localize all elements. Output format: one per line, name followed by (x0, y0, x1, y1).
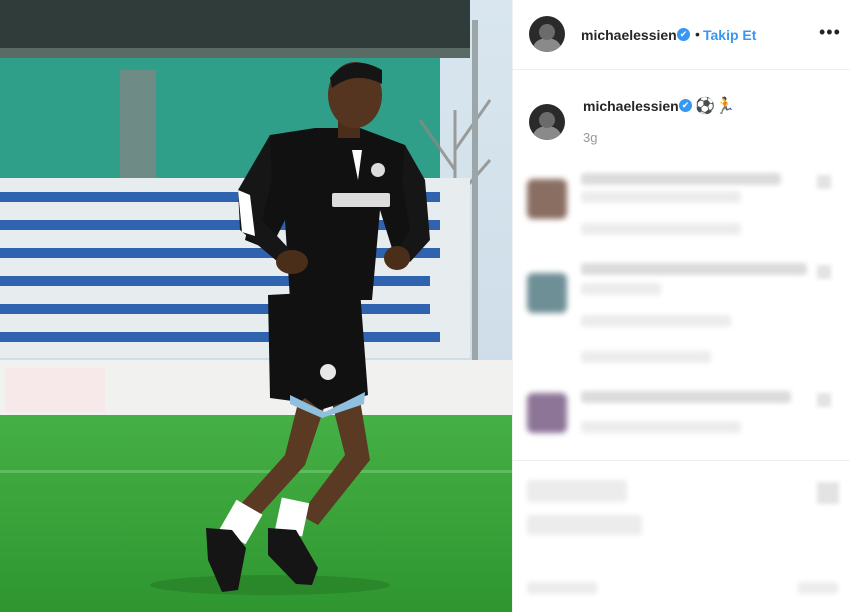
like-heart-icon[interactable] (817, 393, 831, 407)
comment-text-blurred (581, 263, 807, 275)
post-photo[interactable] (0, 0, 512, 612)
more-options-icon[interactable]: ••• (819, 22, 841, 43)
username-link[interactable]: michaelessien (581, 27, 677, 43)
like-heart-icon[interactable] (817, 175, 831, 189)
comment-text-blurred (581, 191, 741, 203)
follow-button[interactable]: Takip Et (703, 27, 756, 43)
view-replies-blurred[interactable] (581, 351, 711, 363)
likes-count-blurred (527, 515, 642, 535)
comment-meta-blurred (581, 421, 741, 433)
post-button-blurred[interactable] (798, 582, 838, 594)
bookmark-icon[interactable] (817, 482, 839, 504)
like-heart-icon[interactable] (817, 265, 831, 279)
post-header: michaelessien ✔ • Takip Et ••• (513, 0, 850, 70)
comment-avatar[interactable] (527, 273, 567, 313)
divider (513, 460, 850, 461)
action-icons-blurred[interactable] (527, 480, 627, 502)
comment-avatar[interactable] (527, 179, 567, 219)
separator-dot: • (695, 26, 700, 42)
comment-meta-blurred (581, 223, 741, 235)
comment-meta-blurred (581, 315, 731, 327)
comment-text-blurred (581, 173, 781, 185)
add-comment-blurred[interactable] (527, 582, 597, 594)
comment-avatar[interactable] (527, 393, 567, 433)
caption-verified-badge-icon: ✔ (679, 99, 692, 112)
avatar[interactable] (529, 16, 565, 52)
training-photo-illustration (0, 0, 512, 612)
comment-text-blurred (581, 283, 661, 295)
caption-username-link[interactable]: michaelessien (583, 98, 679, 114)
runner-emoji: 🏃 (715, 98, 735, 115)
post-sidebar: michaelessien ✔ • Takip Et ••• michaeles… (512, 0, 850, 612)
post-timestamp[interactable]: 3g (583, 130, 597, 145)
caption-avatar[interactable] (529, 104, 565, 140)
soccer-ball-emoji: ⚽ (695, 98, 715, 115)
verified-badge-icon: ✔ (677, 28, 690, 41)
comment-text-blurred (581, 391, 791, 403)
